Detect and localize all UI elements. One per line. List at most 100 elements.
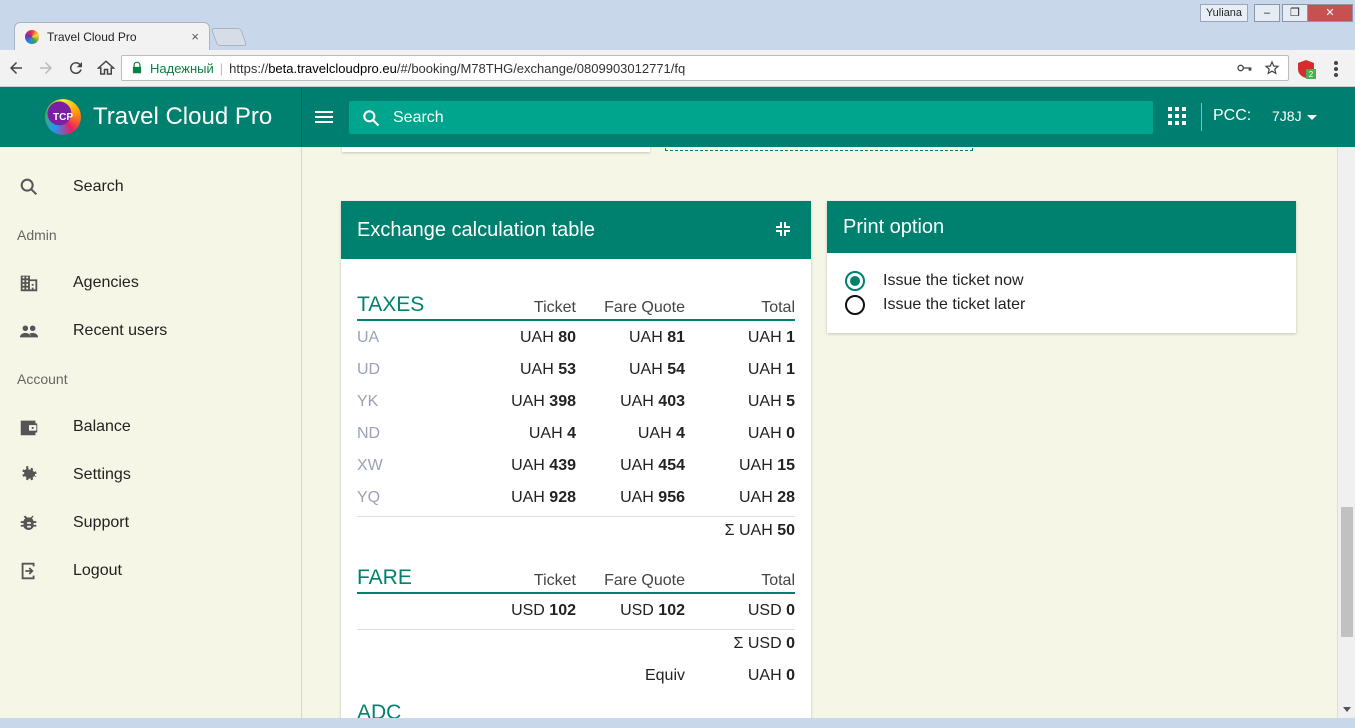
- radio-issue-now[interactable]: Issue the ticket now: [845, 271, 1024, 291]
- sidebar-item-agencies[interactable]: Agencies: [0, 263, 300, 303]
- home-button[interactable]: [92, 54, 120, 82]
- currency: UAH: [528, 425, 563, 442]
- scrollbar-thumb[interactable]: [1341, 507, 1353, 637]
- apps-grid-icon[interactable]: [1168, 107, 1186, 125]
- fare-sum: Σ USD 0: [734, 635, 795, 653]
- building-icon: [20, 275, 38, 292]
- profile-badge[interactable]: Yuliana: [1200, 4, 1248, 22]
- browser-menu-icon[interactable]: [1326, 58, 1346, 80]
- star-icon[interactable]: [1264, 60, 1280, 76]
- scroll-down-arrow-icon[interactable]: [1343, 707, 1351, 712]
- taxes-col-fare-quote: Fare Quote: [604, 299, 685, 316]
- arrow-right-icon: [40, 62, 52, 74]
- currency: UAH: [519, 329, 554, 346]
- tax-code: UA: [357, 329, 380, 346]
- currency: UAH: [511, 457, 545, 474]
- sidebar-item-search[interactable]: Search: [0, 167, 300, 207]
- sidebar-item-label: Recent users: [73, 322, 168, 339]
- caret-down-icon[interactable]: [1307, 115, 1317, 120]
- sidebar: Search Admin Agencies Recent users Accou…: [0, 147, 302, 718]
- lock-icon: [132, 61, 142, 74]
- sidebar-item-label: Logout: [73, 562, 122, 579]
- currency: USD: [620, 602, 654, 619]
- page-scrollbar[interactable]: [1337, 147, 1355, 718]
- tax-ticket: UAH 4: [529, 425, 576, 443]
- amount: 928: [549, 489, 576, 506]
- hamburger-menu-icon[interactable]: [314, 105, 336, 129]
- key-icon[interactable]: [1236, 60, 1252, 76]
- currency: UAH: [620, 393, 654, 410]
- currency: UAH: [620, 457, 654, 474]
- amount: 403: [658, 393, 685, 410]
- back-button[interactable]: [2, 54, 30, 82]
- fare-col-ticket: Ticket: [533, 572, 576, 589]
- currency: USD: [511, 602, 545, 619]
- radio-issue-later[interactable]: Issue the ticket later: [845, 295, 1025, 315]
- table-row: XW UAH 439 UAH 454 UAH 15: [357, 451, 795, 483]
- table-row: UA UAH 80 UAH 81 UAH 1: [357, 323, 795, 355]
- sidebar-item-label: Agencies: [73, 274, 139, 291]
- address-separator: |: [219, 60, 224, 76]
- fare-fare-quote: USD 102: [620, 602, 685, 620]
- sum-prefix: Σ USD: [733, 635, 782, 652]
- address-bar[interactable]: Надежный | https://beta.travelcloudpro.e…: [121, 55, 1289, 81]
- omnibox-actions: [1236, 60, 1280, 76]
- window-bottom-edge: [0, 718, 1355, 728]
- taxes-sum-row: Σ UAH 50: [357, 516, 795, 548]
- amount: 1: [786, 361, 795, 378]
- currency: UAH: [628, 361, 663, 378]
- search-icon: [363, 109, 380, 126]
- fare-title: FARE: [357, 566, 412, 589]
- sidebar-section-account: Account: [17, 371, 68, 387]
- new-tab-button[interactable]: [210, 28, 248, 46]
- sidebar-item-label: Settings: [73, 466, 131, 483]
- minimize-button[interactable]: –: [1254, 4, 1280, 22]
- brand[interactable]: TCP Travel Cloud Pro: [0, 87, 302, 147]
- people-icon: [19, 325, 39, 338]
- currency: UAH: [511, 489, 545, 506]
- global-search-input[interactable]: Search: [349, 101, 1153, 134]
- fare-total: USD 0: [748, 602, 795, 620]
- collapse-icon[interactable]: [775, 221, 791, 237]
- sidebar-item-label: Balance: [73, 418, 131, 435]
- tax-fare-quote: UAH 454: [620, 457, 685, 475]
- exchange-card-header: Exchange calculation table: [341, 201, 811, 259]
- currency: UAH: [511, 393, 545, 410]
- window-close-button[interactable]: ✕: [1307, 4, 1353, 22]
- next-section-header: ADC: [357, 701, 795, 718]
- radio-label: Issue the ticket now: [883, 272, 1024, 289]
- fare-col-total: Total: [761, 572, 795, 589]
- sidebar-item-label: Support: [73, 514, 130, 531]
- extension-shield-icon[interactable]: 2: [1296, 59, 1316, 79]
- amount: 4: [567, 425, 576, 442]
- tax-fare-quote: UAH 956: [620, 489, 685, 507]
- tax-ticket: UAH 398: [511, 393, 576, 411]
- tax-code: XW: [357, 457, 383, 474]
- restore-button[interactable]: ❐: [1282, 4, 1308, 22]
- tax-fare-quote: UAH 54: [629, 361, 685, 379]
- tab-title: Travel Cloud Pro: [47, 29, 137, 44]
- exchange-calculation-card: Exchange calculation table TAXES Ticket …: [341, 201, 811, 718]
- dropzone-bottom: [665, 147, 973, 151]
- currency: USD: [747, 602, 782, 619]
- pcc-label: PCC:: [1213, 107, 1252, 124]
- sidebar-item-recent-users[interactable]: Recent users: [0, 311, 300, 351]
- app-header: TCP Travel Cloud Pro Search PCC: 7J8J: [0, 87, 1355, 147]
- previous-card-bottom: [342, 147, 650, 152]
- radio-checked-icon[interactable]: [845, 271, 865, 291]
- table-row: YQ UAH 928 UAH 956 UAH 28: [357, 483, 795, 515]
- radio-unchecked-icon[interactable]: [845, 295, 865, 315]
- browser-tab[interactable]: Travel Cloud Pro ×: [14, 22, 210, 50]
- currency: UAH: [747, 361, 782, 378]
- forward-button[interactable]: [32, 54, 60, 82]
- gear-icon: [22, 465, 37, 481]
- url-path: /#/booking/M78THG/exchange/0809903012771…: [396, 60, 686, 76]
- sidebar-item-logout[interactable]: Logout: [0, 551, 300, 591]
- sidebar-item-balance[interactable]: Balance: [0, 407, 300, 447]
- reload-button[interactable]: [62, 54, 90, 82]
- tab-close-icon[interactable]: ×: [191, 29, 199, 44]
- sidebar-item-support[interactable]: Support: [0, 503, 300, 543]
- taxes-col-total: Total: [761, 299, 795, 316]
- sidebar-item-settings[interactable]: Settings: [0, 455, 300, 495]
- pcc-select[interactable]: 7J8J: [1272, 108, 1302, 124]
